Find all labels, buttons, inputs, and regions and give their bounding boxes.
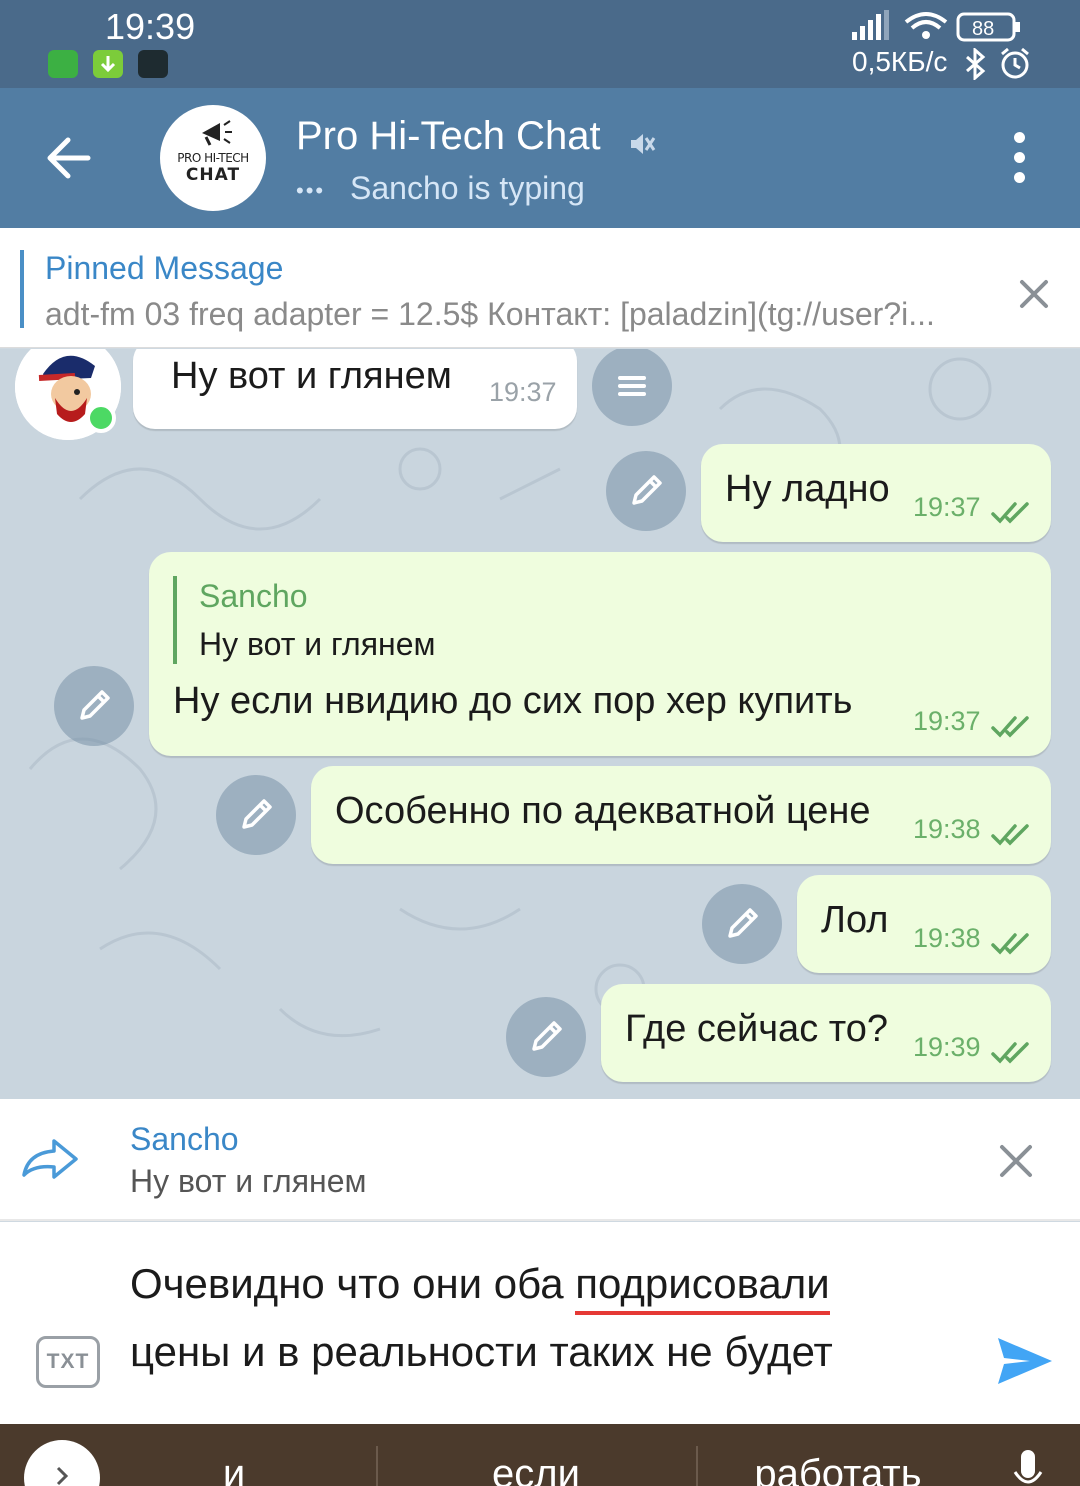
- chevron-right-icon: [56, 1466, 69, 1486]
- message-text: Лол: [821, 899, 889, 941]
- typing-status: ••• Sancho is typing: [296, 170, 585, 207]
- message-time: 19:38: [913, 923, 981, 953]
- edit-message-button[interactable]: [216, 775, 296, 855]
- suggestion-word[interactable]: работать: [688, 1452, 988, 1486]
- download-icon: [93, 50, 123, 78]
- message-text: Ну вот и глянем: [171, 355, 452, 397]
- message-text: Ну ладно: [725, 468, 890, 510]
- more-options-button[interactable]: [1000, 132, 1040, 184]
- gamepad-icon: [138, 50, 168, 78]
- typing-text: Sancho is typing: [350, 170, 585, 206]
- avatar-text-bottom: CHAT: [185, 165, 241, 185]
- message-input-line2[interactable]: цены и в реальности таких не будет: [130, 1328, 833, 1376]
- microphone-icon[interactable]: [1012, 1448, 1044, 1486]
- send-icon[interactable]: [996, 1334, 1054, 1388]
- misspelled-word[interactable]: подрисовали: [575, 1260, 830, 1315]
- double-check-icon: [991, 824, 1029, 846]
- edit-message-button[interactable]: [702, 884, 782, 964]
- reply-quote-bar: [173, 576, 177, 664]
- suggestion-divider: [376, 1446, 378, 1486]
- message-bubble-outgoing-reply[interactable]: Sancho Ну вот и глянем Ну если нвидию до…: [149, 552, 1051, 756]
- bluetooth-icon: [966, 48, 986, 80]
- txt-format-button[interactable]: TXT: [36, 1336, 100, 1388]
- keyboard-suggestion-bar: и если работать: [0, 1424, 1080, 1486]
- message-input-line1[interactable]: Очевидно что они оба подрисовали: [130, 1260, 830, 1315]
- edit-message-button[interactable]: [54, 666, 134, 746]
- double-check-icon: [991, 933, 1029, 955]
- reply-quote-text[interactable]: Ну вот и глянем: [199, 626, 435, 663]
- chat-avatar[interactable]: PRO HI-TECH CHAT: [160, 105, 266, 211]
- avatar-text-top: PRO HI-TECH: [177, 151, 249, 165]
- status-bar: 19:39 88 0,5КБ/с: [0, 0, 1080, 88]
- chat-title[interactable]: Pro Hi-Tech Chat: [296, 114, 601, 159]
- cancel-reply-icon[interactable]: [994, 1139, 1038, 1183]
- pinned-message-bar[interactable]: Pinned Message adt-fm 03 freq adapter = …: [0, 228, 1080, 348]
- status-time: 19:39: [105, 6, 196, 47]
- message-bubble-outgoing[interactable]: Ну ладно 19:37: [701, 444, 1051, 542]
- lines-icon: [618, 376, 646, 396]
- online-status-indicator: [86, 403, 116, 433]
- reply-quote-name[interactable]: Sancho: [199, 578, 308, 615]
- dot-icon: [1014, 132, 1025, 143]
- double-check-icon: [991, 1042, 1029, 1064]
- message-time: 19:39: [913, 1032, 981, 1062]
- suggestion-word[interactable]: и: [84, 1452, 384, 1486]
- dot-icon: [1014, 172, 1025, 183]
- reply-preview-name: Sancho: [130, 1121, 239, 1157]
- input-text: Очевидно что они оба: [130, 1260, 576, 1307]
- suggestion-word[interactable]: если: [386, 1452, 686, 1486]
- pinned-text: adt-fm 03 freq adapter = 12.5$ Контакт: …: [45, 296, 935, 332]
- signal-wifi-battery-icons: 88: [852, 10, 1020, 42]
- typing-dots-icon: •••: [296, 177, 326, 203]
- message-time: 19:37: [913, 706, 981, 736]
- message-bubble-outgoing[interactable]: Особенно по адекватной цене 19:38: [311, 766, 1051, 864]
- edit-message-button[interactable]: [506, 997, 586, 1077]
- battery-app-icon: [48, 50, 78, 78]
- message-composer: TXT Очевидно что они оба подрисовали цен…: [0, 1222, 1080, 1424]
- message-text: Ну если нвидию до сих пор хер купить: [173, 680, 853, 722]
- message-list[interactable]: Ну вот и глянем 19:37 Ну ладно 19:37 San…: [0, 349, 1080, 1099]
- svg-text:88: 88: [972, 18, 994, 40]
- message-bubble-incoming[interactable]: Ну вот и глянем 19:37: [133, 349, 577, 429]
- pencil-icon: [80, 690, 110, 720]
- pinned-accent-line: [20, 250, 24, 328]
- dot-icon: [1014, 152, 1025, 163]
- network-speed: 0,5КБ/с: [852, 46, 948, 77]
- reply-preview-panel[interactable]: Sancho Ну вот и глянем: [0, 1099, 1080, 1221]
- message-time: 19:37: [913, 492, 981, 522]
- message-text: Где сейчас то?: [625, 1008, 888, 1050]
- close-pinned-icon[interactable]: [1012, 272, 1056, 316]
- message-text: Особенно по адекватной цене: [335, 790, 871, 832]
- muted-icon: [631, 134, 656, 154]
- chat-header: PRO HI-TECH CHAT Pro Hi-Tech Chat ••• San…: [0, 88, 1080, 228]
- pencil-icon: [632, 475, 662, 505]
- edit-message-button[interactable]: [606, 451, 686, 531]
- pinned-title: Pinned Message: [45, 250, 284, 286]
- message-menu-button[interactable]: [592, 349, 672, 426]
- alarm-icon: [1001, 47, 1029, 79]
- reply-arrow-icon: [22, 1139, 78, 1179]
- reply-preview-text: Ну вот и глянем: [130, 1163, 367, 1199]
- pencil-icon: [532, 1021, 562, 1051]
- double-check-icon: [991, 502, 1029, 524]
- back-arrow-icon[interactable]: [36, 124, 104, 192]
- message-time: 19:37: [489, 377, 557, 407]
- message-time: 19:38: [913, 814, 981, 844]
- megaphone-icon: [202, 120, 232, 146]
- message-bubble-outgoing[interactable]: Лол 19:38: [797, 875, 1051, 973]
- pencil-icon: [728, 908, 758, 938]
- message-bubble-outgoing[interactable]: Где сейчас то? 19:39: [601, 984, 1051, 1082]
- pencil-icon: [242, 799, 272, 829]
- double-check-icon: [991, 716, 1029, 738]
